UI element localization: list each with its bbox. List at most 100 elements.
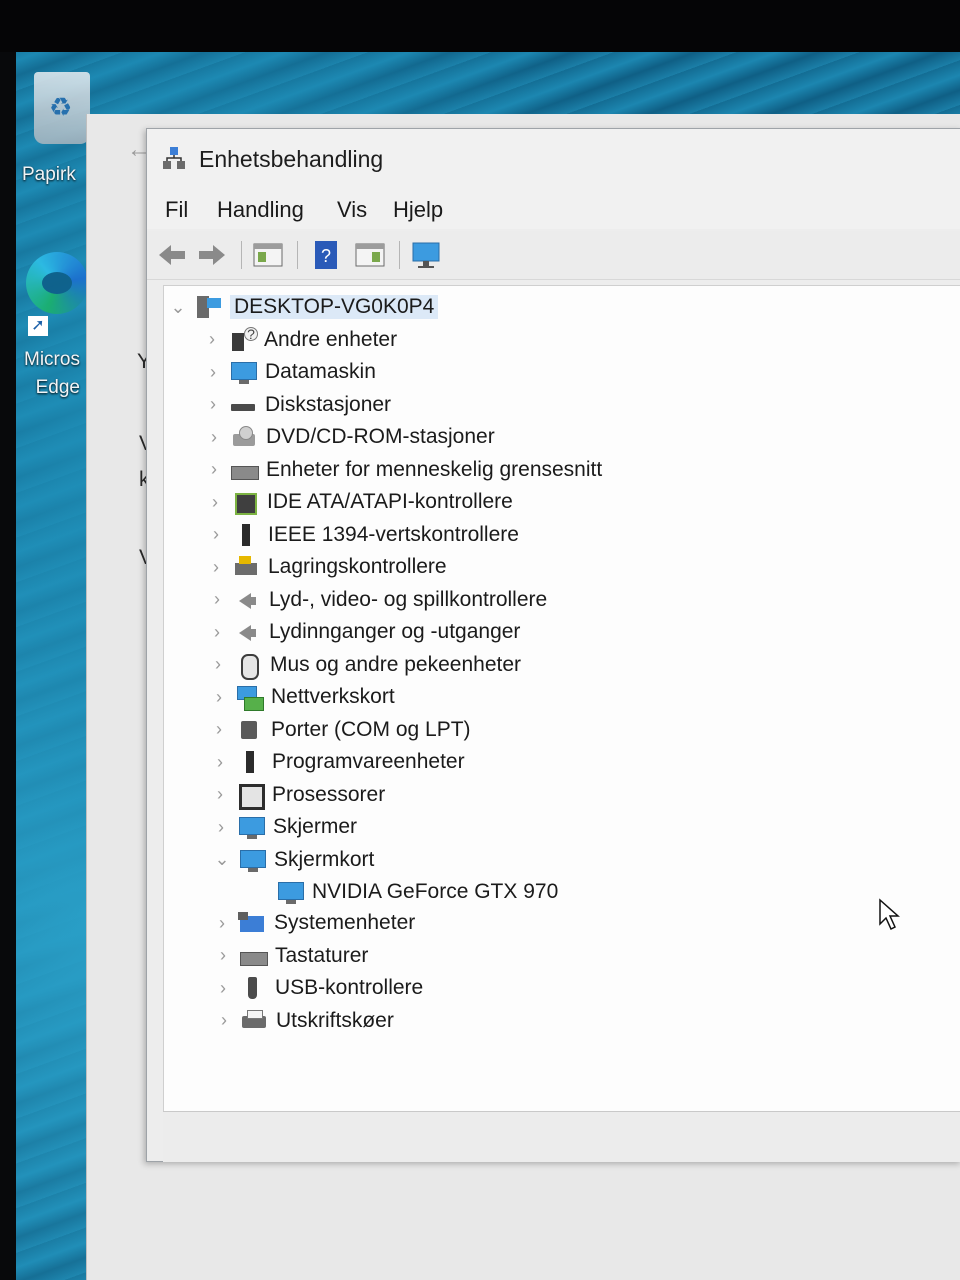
svg-text:?: ? (321, 246, 331, 266)
chevron-right-icon[interactable]: › (208, 653, 228, 677)
chevron-right-icon[interactable]: › (212, 911, 232, 935)
update-driver-icon[interactable] (353, 239, 387, 271)
tree-item[interactable]: › Enheter for menneskelig grensesnitt (204, 455, 602, 485)
tree-item-child[interactable]: NVIDIA GeForce GTX 970 (270, 877, 558, 907)
tree-item-label: NVIDIA GeForce GTX 970 (312, 880, 559, 903)
tree-item-label: DVD/CD-ROM-stasjoner (266, 425, 495, 448)
display-adapter-icon (238, 847, 266, 873)
hid-icon (230, 457, 259, 483)
tree-item[interactable]: › Porter (COM og LPT) (209, 715, 471, 745)
menu-help[interactable]: Hjelp (393, 197, 443, 223)
chevron-right-icon[interactable]: › (206, 555, 226, 579)
tree-item[interactable]: › Datamaskin (203, 357, 376, 387)
tree-item[interactable]: › Skjermer (211, 812, 357, 842)
tree-item-label: Nettverkskort (271, 685, 395, 708)
edge-icon[interactable] (26, 252, 88, 314)
usb-icon (239, 975, 267, 1001)
tree-item[interactable]: › IEEE 1394-vertskontrollere (206, 520, 519, 550)
device-tree[interactable]: ⌄ DESKTOP-VG0K0P4 › Andre enheter › Datamaski… (163, 285, 960, 1112)
chevron-right-icon[interactable]: › (204, 425, 224, 449)
software-device-icon (236, 749, 264, 775)
tree-item-label: Diskstasjoner (265, 392, 392, 416)
chevron-right-icon[interactable]: › (202, 328, 222, 352)
tree-item-label: IDE ATA/ATAPI-kontrollere (267, 490, 513, 513)
chevron-right-icon[interactable]: › (207, 620, 227, 644)
tree-item[interactable]: › USB-kontrollere (213, 973, 423, 1003)
chevron-right-icon[interactable]: › (211, 815, 231, 839)
tree-item[interactable]: › DVD/CD-ROM-stasjoner (204, 422, 495, 452)
help-icon[interactable]: ? (309, 239, 343, 271)
computer-icon (194, 294, 222, 320)
tree-item-label: Andre enheter (264, 327, 398, 351)
chevron-right-icon[interactable]: › (207, 588, 227, 612)
tree-item[interactable]: › Lyd-, video- og spillkontrollere (207, 585, 547, 615)
processor-icon (236, 782, 265, 810)
chevron-right-icon[interactable]: › (213, 976, 233, 1000)
menu-bar: Fil Handling Vis Hjelp (147, 189, 960, 229)
tree-root-computer[interactable]: ⌄ DESKTOP-VG0K0P4 (168, 292, 439, 322)
back-icon[interactable] (155, 239, 189, 271)
tree-item[interactable]: › Andre enheter (202, 325, 397, 355)
properties-icon[interactable] (251, 239, 285, 271)
tree-item[interactable]: › Mus og andre pekeenheter (208, 650, 521, 680)
chevron-right-icon[interactable]: › (203, 360, 223, 384)
forward-icon[interactable] (195, 239, 229, 271)
chevron-right-icon[interactable]: › (210, 750, 230, 774)
chevron-right-icon[interactable]: › (213, 944, 233, 968)
chevron-right-icon[interactable]: › (209, 685, 229, 709)
tree-item[interactable]: › Diskstasjoner (203, 390, 391, 420)
tree-item-label: Datamaskin (265, 360, 376, 383)
title-bar[interactable]: Enhetsbehandling (147, 129, 960, 189)
device-manager-app-icon (163, 147, 185, 169)
tree-item[interactable]: › Lydinnganger og -utganger (207, 617, 520, 647)
desktop-icon-label-recycle[interactable]: Papirk (22, 164, 76, 186)
chevron-right-icon[interactable]: › (204, 458, 224, 482)
toolbar-separator (297, 241, 298, 269)
chevron-right-icon[interactable]: › (205, 490, 225, 514)
tree-item[interactable]: › Utskriftskøer (214, 1006, 394, 1036)
chevron-right-icon[interactable]: › (210, 783, 230, 807)
speaker-icon (233, 619, 261, 645)
window-title: Enhetsbehandling (199, 146, 384, 172)
tree-item[interactable]: › Systemenheter (212, 908, 415, 938)
tree-item-label: Skjermer (273, 815, 358, 838)
device-manager-window[interactable]: Enhetsbehandling Fil Handling Vis Hjelp … (146, 128, 960, 1162)
recycle-bin-icon[interactable] (34, 72, 90, 144)
tree-item-label: Prosessorer (272, 782, 386, 806)
other-devices-icon (228, 326, 258, 353)
monitor-icon[interactable] (409, 239, 443, 271)
tree-item-label: Lydinnganger og -utganger (269, 620, 521, 643)
toolbar: ? (147, 231, 960, 280)
chevron-down-icon[interactable]: ⌄ (212, 848, 232, 872)
desktop-icon-label-edge[interactable]: Micros Edge (24, 346, 80, 402)
tree-item[interactable]: › Lagringskontrollere (206, 552, 447, 582)
tree-item[interactable]: › IDE ATA/ATAPI-kontrollere (205, 487, 513, 517)
firewire-icon (232, 522, 260, 548)
menu-action[interactable]: Handling (217, 197, 304, 223)
chevron-right-icon[interactable]: › (206, 523, 226, 547)
tree-item[interactable]: › Tastaturer (213, 941, 368, 971)
shortcut-arrow-icon: ➚ (28, 316, 48, 336)
menu-file[interactable]: Fil (165, 197, 188, 223)
network-adapter-icon (235, 684, 264, 711)
tree-item[interactable]: › Nettverkskort (209, 682, 395, 712)
tree-item[interactable]: ⌄ Skjermkort (212, 845, 374, 875)
system-device-icon (238, 910, 266, 936)
mouse-cursor-icon (879, 898, 900, 931)
port-icon (235, 717, 263, 743)
chevron-right-icon[interactable]: › (203, 393, 223, 417)
printer-icon (240, 1008, 268, 1034)
tree-item-label: Utskriftskøer (276, 1008, 394, 1032)
tree-item-label: Mus og andre pekeenheter (270, 652, 522, 676)
dvd-icon (230, 424, 258, 450)
chevron-down-icon[interactable]: ⌄ (168, 295, 188, 319)
chevron-right-icon[interactable]: › (209, 718, 229, 742)
tree-item[interactable]: › Programvareenheter (210, 747, 465, 777)
chevron-right-icon[interactable]: › (214, 1009, 234, 1033)
tree-item-label: Enheter for menneskelig grensesnitt (266, 457, 603, 481)
menu-view[interactable]: Vis (337, 197, 367, 223)
tree-item-label: Lagringskontrollere (268, 555, 447, 578)
tree-item-label: Skjermkort (274, 847, 375, 871)
monitor-icon (229, 359, 257, 385)
tree-item[interactable]: › Prosessorer (210, 780, 385, 810)
